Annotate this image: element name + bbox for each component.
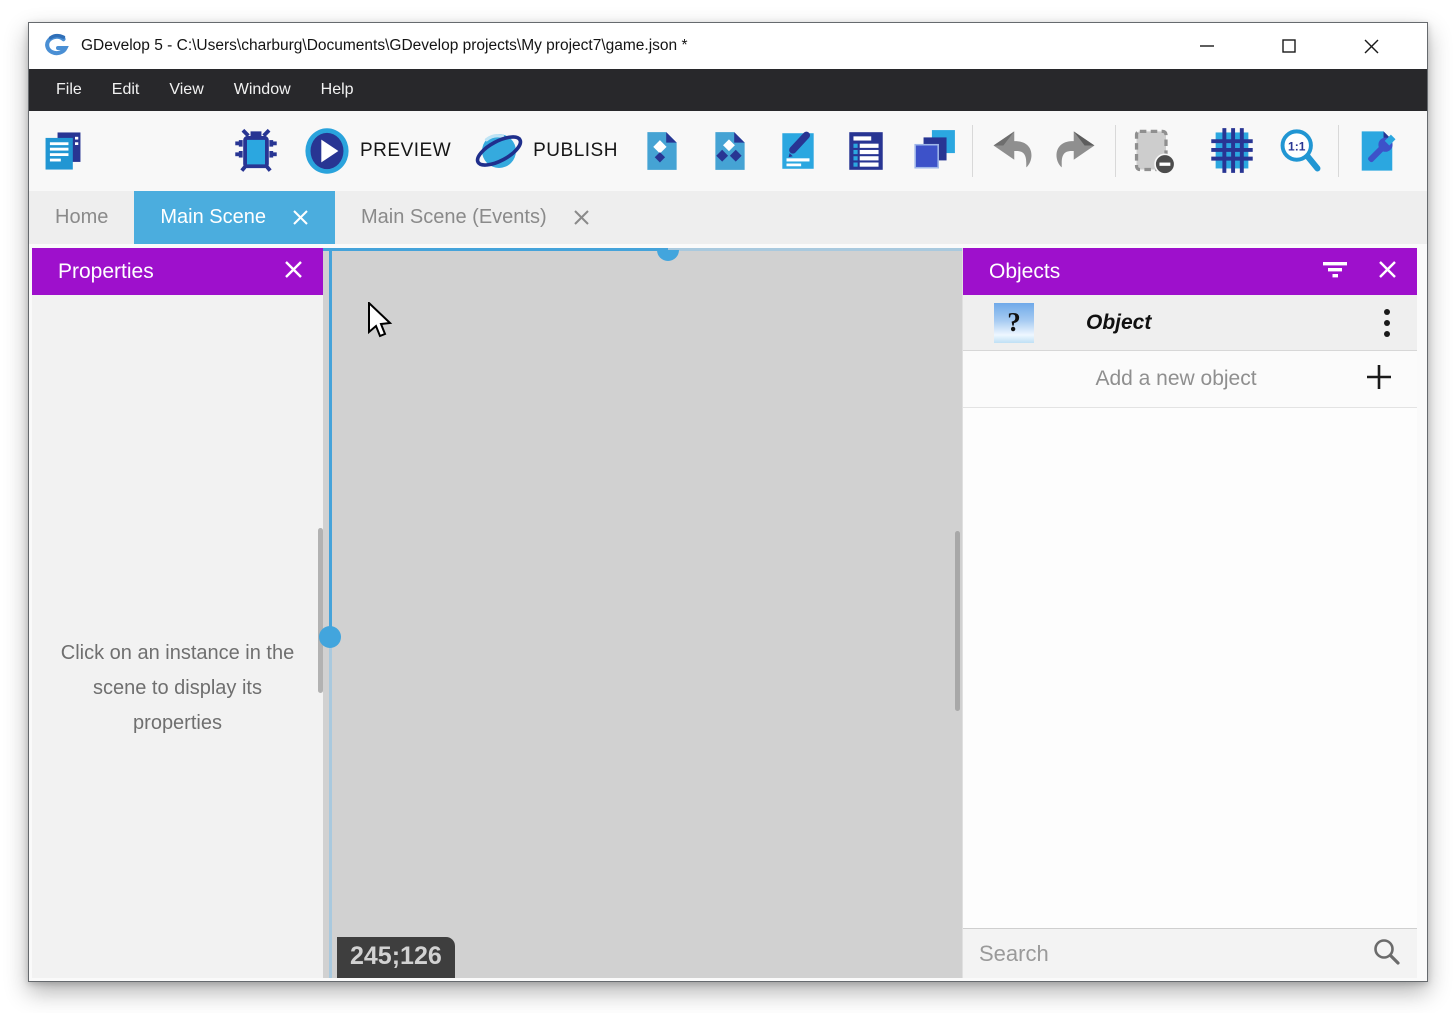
object-list-item[interactable]: ? Object: [963, 295, 1417, 351]
properties-empty-message: Click on an instance in the scene to dis…: [32, 636, 323, 741]
instances-list-icon: [843, 127, 889, 175]
objects-search-bar: [963, 928, 1417, 978]
objects-panel-title: Objects: [989, 260, 1060, 284]
close-button[interactable]: [1343, 28, 1399, 64]
preview-button[interactable]: PREVIEW: [302, 126, 451, 176]
tab-main-scene-events[interactable]: Main Scene (Events): [335, 191, 616, 244]
undo-icon: [987, 127, 1035, 175]
window-mask-button[interactable]: [1130, 127, 1178, 175]
zoom-one-to-one-icon: 1:1: [1276, 127, 1324, 175]
wrench-icon: [1353, 127, 1401, 175]
layers-icon: [911, 127, 957, 175]
filter-icon[interactable]: [1322, 260, 1348, 283]
debugger-button[interactable]: [232, 127, 280, 175]
objects-close-icon[interactable]: [1378, 260, 1397, 284]
cursor-coordinates-badge: 245;126: [337, 937, 455, 978]
properties-close-icon[interactable]: [284, 260, 303, 284]
properties-panel-title: Properties: [58, 260, 154, 284]
tab-main-scene-events-label: Main Scene (Events): [361, 206, 547, 229]
debug-bug-icon: [232, 127, 280, 175]
properties-panel-header: Properties: [32, 248, 323, 295]
mouse-cursor-icon: [367, 302, 394, 340]
objects-search-input[interactable]: [979, 941, 1371, 967]
window-title: GDevelop 5 - C:\Users\charburg\Documents…: [81, 37, 687, 55]
project-manager-button[interactable]: [39, 127, 87, 175]
tab-close-icon[interactable]: [573, 209, 590, 226]
scene-canvas[interactable]: 245;126: [323, 248, 962, 978]
toolbar-separator: [972, 125, 973, 177]
tab-main-scene-label: Main Scene: [160, 206, 266, 229]
tab-close-icon[interactable]: [292, 209, 309, 226]
preview-label: PREVIEW: [360, 140, 451, 162]
svg-text:1:1: 1:1: [1288, 139, 1306, 153]
object-groups-icon: [707, 127, 753, 175]
objects-editor-button[interactable]: [638, 127, 686, 175]
add-object-label: Add a new object: [987, 367, 1365, 391]
menu-window[interactable]: Window: [219, 69, 306, 111]
publish-button[interactable]: PUBLISH: [473, 126, 618, 176]
menu-edit[interactable]: Edit: [97, 69, 155, 111]
search-icon[interactable]: [1371, 936, 1401, 971]
objects-panel: Objects ? Object: [962, 248, 1417, 978]
app-window: GDevelop 5 - C:\Users\charburg\Documents…: [28, 22, 1428, 982]
scene-window-border-top: [323, 248, 962, 251]
resize-handle-top[interactable]: [657, 250, 679, 261]
objects-panel-header: Objects: [963, 248, 1417, 295]
toolbar-separator: [1338, 125, 1339, 177]
play-icon: [302, 126, 352, 176]
minimize-button[interactable]: [1179, 28, 1235, 64]
editor-tab-bar: Home Main Scene Main Scene (Events): [29, 191, 1427, 244]
title-bar: GDevelop 5 - C:\Users\charburg\Documents…: [29, 23, 1427, 69]
settings-button[interactable]: [1353, 127, 1401, 175]
publish-label: PUBLISH: [533, 140, 618, 162]
gdevelop-logo-icon: [41, 31, 71, 61]
properties-panel: Properties Click on an instance in the s…: [32, 248, 323, 978]
main-toolbar: PREVIEW PUBLISH: [29, 111, 1427, 191]
tab-main-scene[interactable]: Main Scene: [134, 191, 335, 244]
editor-content: Properties Click on an instance in the s…: [29, 244, 1427, 981]
menu-view[interactable]: View: [154, 69, 218, 111]
scene-window-border-left: [329, 248, 332, 978]
objects-list-empty-area: [963, 408, 1417, 928]
zoom-reset-button[interactable]: 1:1: [1276, 127, 1324, 175]
add-object-row[interactable]: Add a new object: [963, 351, 1417, 408]
edit-pencil-icon: [775, 127, 821, 175]
object-menu-kebab-icon[interactable]: [1383, 308, 1391, 338]
toolbar-separator: [1115, 125, 1116, 177]
scene-properties-button[interactable]: [774, 127, 822, 175]
objects-document-icon: [639, 127, 685, 175]
project-manager-icon: [39, 127, 87, 175]
maximize-button[interactable]: [1261, 28, 1317, 64]
publish-globe-icon: [473, 126, 525, 176]
object-name: Object: [1086, 311, 1151, 335]
grid-icon: [1208, 127, 1256, 175]
menu-help[interactable]: Help: [306, 69, 369, 111]
instances-list-button[interactable]: [842, 127, 890, 175]
tab-home[interactable]: Home: [29, 191, 134, 244]
redo-icon: [1053, 127, 1101, 175]
layers-button[interactable]: [910, 127, 958, 175]
resize-handle-left[interactable]: [319, 626, 341, 648]
grid-button[interactable]: [1208, 127, 1256, 175]
object-groups-button[interactable]: [706, 127, 754, 175]
tab-home-label: Home: [55, 206, 108, 229]
menu-file[interactable]: File: [41, 69, 97, 111]
undo-button[interactable]: [987, 127, 1035, 175]
menu-bar: File Edit View Window Help: [29, 69, 1427, 111]
object-thumbnail-icon: ?: [994, 303, 1034, 343]
redo-button[interactable]: [1053, 127, 1101, 175]
canvas-scrollbar[interactable]: [955, 531, 960, 711]
add-object-plus-icon[interactable]: [1365, 363, 1393, 396]
properties-panel-body: Click on an instance in the scene to dis…: [32, 295, 323, 978]
mask-icon: [1130, 126, 1178, 176]
